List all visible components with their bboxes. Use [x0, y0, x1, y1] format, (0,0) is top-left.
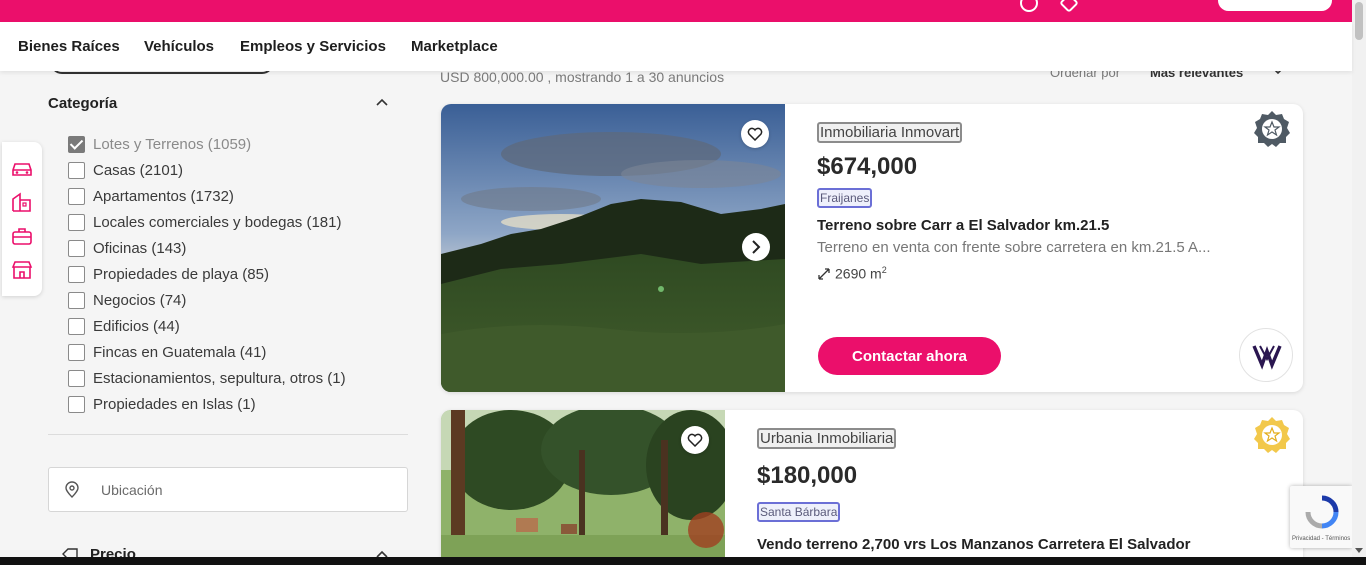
- results-summary: USD 800,000.00 , mostrando 1 a 30 anunci…: [440, 69, 725, 85]
- category-option[interactable]: Propiedades en Islas (1): [68, 394, 388, 414]
- category-shortcut-bar: [2, 142, 42, 296]
- category-option[interactable]: Lotes y Terrenos (1059): [68, 134, 388, 154]
- location-tag: Fraijanes: [817, 188, 873, 208]
- category-option[interactable]: Edificios (44): [68, 316, 388, 336]
- verified-badge-icon: [1254, 111, 1290, 147]
- checkbox[interactable]: [68, 317, 85, 335]
- listing-card[interactable]: Urbania Inmobiliaria $180,000 Santa Bárb…: [441, 410, 1303, 565]
- heart-icon: [687, 433, 703, 447]
- nav-item-empleos[interactable]: Empleos y Servicios: [240, 38, 386, 55]
- category-option[interactable]: Negocios (74): [68, 290, 388, 310]
- recaptcha-badge[interactable]: Privacidad - Términos: [1290, 486, 1352, 548]
- filter-divider: [48, 434, 408, 435]
- listing-photo[interactable]: [441, 104, 785, 392]
- category-option[interactable]: Casas (2101): [68, 160, 388, 180]
- nav-item-bienes-raices[interactable]: Bienes Raíces: [18, 38, 120, 55]
- checkbox[interactable]: [68, 395, 85, 413]
- category-option[interactable]: Oficinas (143): [68, 238, 388, 258]
- briefcase-icon[interactable]: [10, 224, 34, 248]
- category-option[interactable]: Fincas en Guatemala (41): [68, 342, 388, 362]
- user-icon[interactable]: [1020, 0, 1038, 12]
- location-tag: Santa Bárbara: [757, 502, 841, 522]
- expand-arrows-icon: [818, 268, 830, 280]
- heart-icon[interactable]: [1059, 0, 1079, 13]
- checkbox[interactable]: [68, 265, 85, 283]
- building-icon[interactable]: [10, 190, 34, 214]
- verified-badge-icon: [1254, 417, 1290, 453]
- checkbox[interactable]: [68, 239, 85, 257]
- favorite-button[interactable]: [681, 426, 709, 454]
- listing-title[interactable]: Terreno sobre Carr a El Salvador km.21.5: [817, 217, 1109, 234]
- agency-logo[interactable]: [1239, 328, 1293, 382]
- checkbox[interactable]: [68, 343, 85, 361]
- publish-button[interactable]: [1218, 0, 1332, 11]
- listing-price: $180,000: [757, 462, 858, 489]
- nav-item-marketplace[interactable]: Marketplace: [411, 38, 498, 55]
- category-option[interactable]: Apartamentos (1732): [68, 186, 388, 206]
- listing-area: 2690 m2: [817, 265, 887, 282]
- listing-title[interactable]: Vendo terreno 2,700 vrs Los Manzanos Car…: [757, 536, 1191, 553]
- scrollbar-thumb[interactable]: [1355, 2, 1363, 40]
- checkbox[interactable]: [68, 369, 85, 387]
- category-filter-title[interactable]: Categoría: [48, 95, 117, 112]
- checkbox[interactable]: [68, 291, 85, 309]
- contact-now-button[interactable]: Contactar ahora: [818, 337, 1001, 375]
- category-nav: Bienes Raíces Vehículos Empleos y Servic…: [0, 22, 1352, 71]
- top-header-bar: [0, 0, 1352, 22]
- category-option[interactable]: Propiedades de playa (85): [68, 264, 388, 284]
- nav-item-vehiculos[interactable]: Vehículos: [144, 38, 214, 55]
- car-icon[interactable]: [10, 156, 34, 180]
- store-icon[interactable]: [10, 258, 34, 282]
- checkbox[interactable]: [68, 161, 85, 179]
- location-pin-icon: [65, 481, 79, 498]
- location-field[interactable]: [48, 467, 408, 512]
- taskbar-edge: [0, 557, 1366, 565]
- checkbox[interactable]: [68, 187, 85, 205]
- location-input[interactable]: [101, 480, 391, 500]
- listing-card[interactable]: Inmobiliaria Inmovart $674,000 Fraijanes…: [441, 104, 1303, 392]
- agency-name[interactable]: Urbania Inmobiliaria: [757, 428, 897, 449]
- scroll-down-arrow-icon[interactable]: [1355, 548, 1363, 553]
- checkbox[interactable]: [68, 213, 85, 231]
- recaptcha-icon: [1305, 495, 1339, 529]
- category-option[interactable]: Estacionamientos, sepultura, otros (1): [68, 368, 388, 388]
- listing-description: Terreno en venta con frente sobre carret…: [817, 239, 1211, 256]
- favorite-button[interactable]: [741, 120, 769, 148]
- page-scrollbar[interactable]: [1352, 0, 1366, 557]
- category-option[interactable]: Locales comerciales y bodegas (181): [68, 212, 388, 232]
- recaptcha-footer[interactable]: Privacidad - Términos: [1292, 536, 1350, 542]
- chevron-up-icon[interactable]: [376, 97, 388, 109]
- next-photo-button[interactable]: [742, 233, 770, 261]
- heart-icon: [747, 127, 763, 141]
- checkbox[interactable]: [68, 135, 85, 153]
- agency-name[interactable]: Inmobiliaria Inmovart: [817, 122, 963, 143]
- listing-price: $674,000: [817, 153, 918, 180]
- chevron-right-icon: [752, 240, 761, 254]
